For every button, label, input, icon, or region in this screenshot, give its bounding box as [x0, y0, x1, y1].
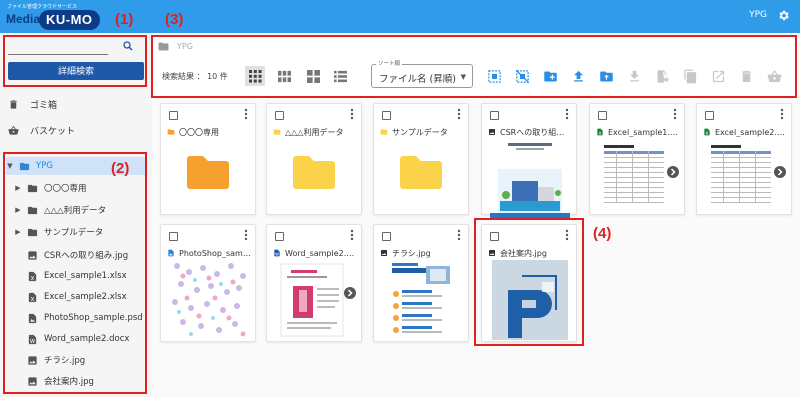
gear-icon[interactable]: [777, 9, 790, 22]
file-card[interactable]: サンプルデータ: [373, 103, 469, 215]
card-title: Word_sample2.docx: [273, 247, 357, 259]
psd-file-icon: [168, 249, 174, 257]
folder-thumbnail-icon: [293, 156, 335, 189]
more-menu-icon[interactable]: [243, 108, 249, 120]
image-file-icon: [489, 129, 495, 135]
more-menu-icon[interactable]: [779, 108, 785, 120]
next-arrow-icon[interactable]: [774, 166, 786, 178]
annotation-label-3: (3): [165, 11, 184, 28]
annotation-box-1: [3, 35, 147, 87]
more-menu-icon[interactable]: [672, 108, 678, 120]
card-checkbox[interactable]: [382, 232, 391, 241]
basket-link[interactable]: バスケット: [8, 122, 75, 138]
folder-icon: [273, 129, 281, 135]
card-name: Excel_sample2.xlsx: [715, 127, 787, 137]
csr-thumbnail: [490, 139, 570, 219]
logo-brand: Media: [6, 12, 41, 26]
card-checkbox[interactable]: [598, 111, 607, 120]
next-arrow-icon[interactable]: [344, 287, 356, 299]
file-card[interactable]: CSRへの取り組み.jpg: [481, 103, 577, 219]
annotation-label-2: (2): [111, 160, 130, 177]
annotation-box-2: [3, 152, 147, 394]
card-checkbox[interactable]: [275, 232, 284, 241]
card-title: Excel_sample1.xlsx: [596, 126, 680, 138]
card-title: CSRへの取り組み.jpg: [488, 126, 572, 138]
card-title: サンプルデータ: [380, 126, 464, 138]
trash-link[interactable]: ゴミ箱: [8, 96, 57, 112]
card-checkbox[interactable]: [169, 111, 178, 120]
more-menu-icon[interactable]: [564, 108, 570, 120]
card-name: Excel_sample1.xlsx: [608, 127, 680, 137]
user-name[interactable]: YPG: [749, 10, 767, 20]
file-card[interactable]: Word_sample2.docx: [266, 224, 362, 342]
card-checkbox[interactable]: [169, 232, 178, 241]
file-card[interactable]: チラシ.jpg: [373, 224, 469, 342]
card-checkbox[interactable]: [705, 111, 714, 120]
card-checkbox[interactable]: [382, 111, 391, 120]
word-file-icon: [274, 249, 280, 257]
more-menu-icon[interactable]: [243, 229, 249, 241]
card-name: チラシ.jpg: [392, 248, 431, 258]
trash-label: ゴミ箱: [30, 100, 58, 111]
more-menu-icon[interactable]: [349, 229, 355, 241]
folder-icon: [167, 129, 175, 135]
image-file-icon: [381, 250, 387, 256]
file-card[interactable]: Excel_sample1.xlsx: [589, 103, 685, 215]
folder-thumbnail-icon: [187, 156, 229, 189]
excel-file-icon: [704, 128, 710, 136]
word-thumbnail: [280, 263, 344, 337]
card-name: 〇〇〇専用: [179, 127, 219, 137]
card-name: Word_sample2.docx: [285, 248, 357, 258]
card-title: △△△利用データ: [273, 126, 357, 138]
card-name: PhotoShop_sample.psd: [179, 248, 251, 258]
folder-thumbnail-icon: [400, 156, 442, 189]
card-checkbox[interactable]: [275, 111, 284, 120]
flyer-thumbnail: [390, 262, 452, 340]
trash-icon: [10, 99, 17, 109]
card-title: 〇〇〇専用: [167, 126, 251, 138]
card-title: チラシ.jpg: [380, 247, 464, 259]
basket-icon: [8, 125, 19, 135]
basket-label: バスケット: [30, 126, 76, 137]
app-logo[interactable]: ファイル管理クラウドサービス Media KU-MO: [4, 2, 100, 32]
excel-file-icon: [597, 128, 603, 136]
file-card[interactable]: △△△利用データ: [266, 103, 362, 215]
more-menu-icon[interactable]: [456, 229, 462, 241]
card-title: PhotoShop_sample.psd: [167, 247, 251, 259]
annotation-label-4: (4): [593, 225, 612, 242]
folder-icon: [380, 129, 388, 135]
card-name: △△△利用データ: [285, 127, 344, 137]
annotation-box-4: [474, 218, 584, 346]
more-menu-icon[interactable]: [456, 108, 462, 120]
more-menu-icon[interactable]: [349, 108, 355, 120]
spreadsheet-thumbnail: [602, 143, 666, 207]
annotation-box-3: [151, 35, 797, 98]
card-name: サンプルデータ: [392, 127, 448, 137]
card-checkbox[interactable]: [490, 111, 499, 120]
card-title: Excel_sample2.xlsx: [703, 126, 787, 138]
photoshop-thumbnail: [169, 260, 249, 340]
logo-tagline: ファイル管理クラウドサービス: [7, 4, 78, 10]
file-card[interactable]: PhotoShop_sample.psd: [160, 224, 256, 342]
logo-badge: KU-MO: [39, 10, 100, 30]
spreadsheet-thumbnail: [709, 143, 773, 207]
file-card[interactable]: Excel_sample2.xlsx: [696, 103, 792, 215]
annotation-label-1: (1): [115, 11, 134, 28]
next-arrow-icon[interactable]: [667, 166, 679, 178]
card-name: CSRへの取り組み.jpg: [500, 127, 572, 137]
file-card[interactable]: 〇〇〇専用: [160, 103, 256, 215]
